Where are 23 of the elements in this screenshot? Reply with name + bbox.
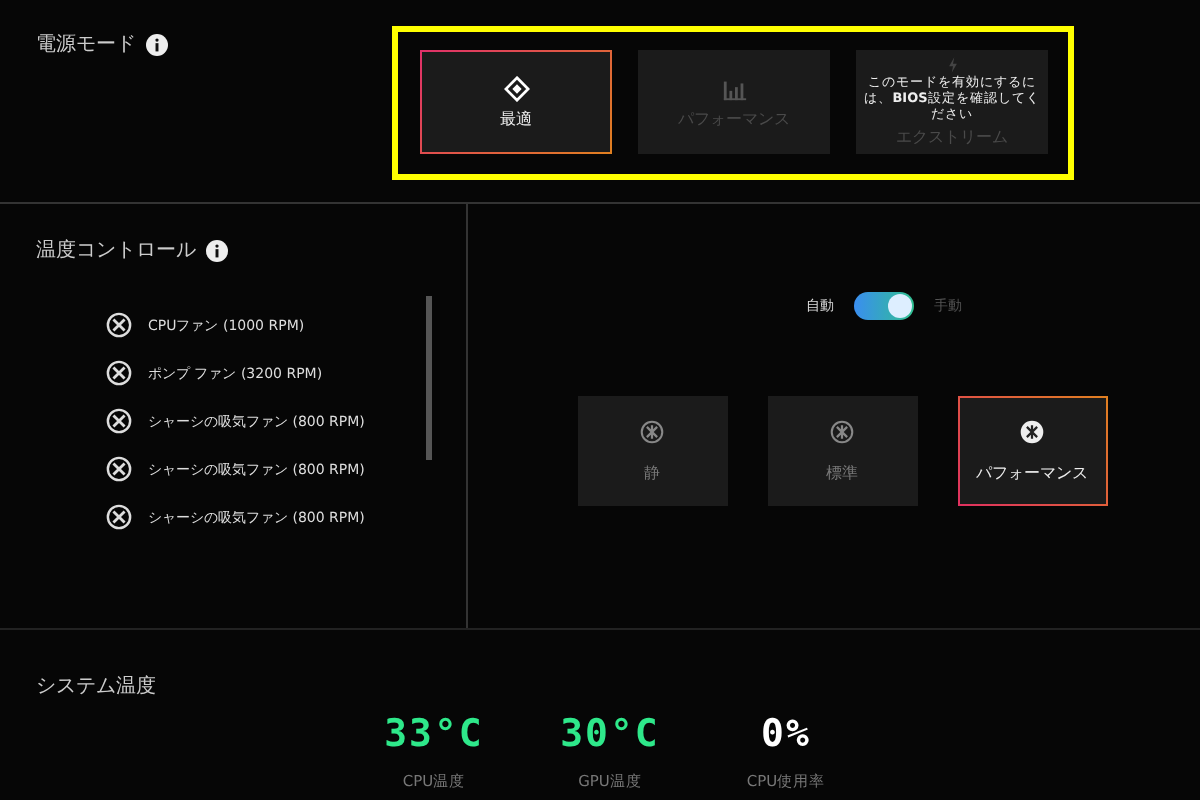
fan-icon [1020, 419, 1044, 443]
reading-value: 33°C [384, 712, 484, 756]
fan-icon [106, 360, 132, 386]
section-title: 電源モード [36, 32, 136, 58]
reading-value: 0% [761, 712, 811, 756]
power-mode-card[interactable]: 最適 [420, 50, 612, 154]
fan-icon [830, 419, 854, 443]
diamond-icon [503, 75, 529, 101]
info-icon[interactable] [146, 33, 168, 55]
toggle-switch[interactable] [854, 292, 914, 320]
reading-value: 30°C [560, 712, 660, 756]
fan-mode-card[interactable]: 静 [577, 396, 727, 506]
fan-mode-card[interactable]: パフォーマンス [957, 396, 1107, 506]
info-icon[interactable] [206, 239, 228, 261]
fan-icon [106, 504, 132, 530]
scrollbar[interactable] [426, 296, 432, 460]
section-title: 温度コントロール [36, 237, 196, 264]
fan-mode-card[interactable]: 標準 [767, 396, 917, 506]
fan-icon [640, 419, 664, 443]
fan-icon [106, 408, 132, 434]
fan-icon [106, 312, 132, 338]
fan-icon [106, 456, 132, 482]
section-title: システム温度 [36, 676, 156, 698]
